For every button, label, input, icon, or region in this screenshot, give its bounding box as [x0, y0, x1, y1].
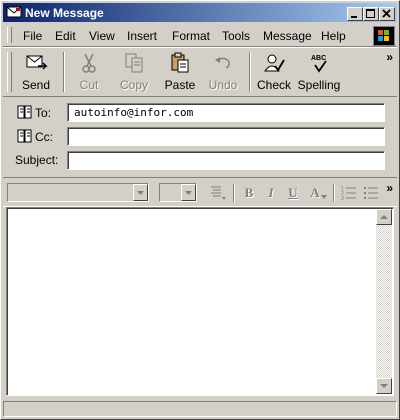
title-bar[interactable]: New Message — [3, 3, 397, 22]
cut-label: Cut — [79, 78, 99, 92]
toolbar-more-chevron-icon[interactable]: » — [386, 50, 393, 64]
toolbar-separator — [249, 52, 251, 92]
menu-view[interactable]: View — [89, 29, 115, 43]
numbered-list-icon[interactable]: 1 2 3 — [341, 184, 357, 202]
undo-button[interactable]: Undo — [203, 50, 243, 94]
italic-button[interactable]: I — [263, 185, 279, 201]
check-label: Check — [256, 78, 291, 92]
check-names-icon — [264, 54, 285, 72]
menubar-grip[interactable] — [7, 27, 12, 43]
maximize-icon — [366, 9, 375, 18]
formatting-toolbar: B I U A 1 2 3 » — [3, 177, 397, 207]
to-field[interactable]: autoinfo@infor.com — [67, 103, 385, 122]
menu-tools[interactable]: Tools — [222, 29, 250, 43]
send-button[interactable]: Send — [15, 50, 57, 94]
toolbar-separator — [63, 52, 65, 92]
envelope-icon — [6, 6, 22, 18]
to-label[interactable]: To: — [35, 106, 51, 120]
minimize-icon — [351, 16, 357, 18]
menu-file[interactable]: File — [23, 29, 42, 43]
svg-text:3: 3 — [341, 196, 344, 202]
spelling-button[interactable]: ABC Spelling — [295, 50, 343, 94]
menu-insert[interactable]: Insert — [127, 29, 157, 43]
svg-text:ABC: ABC — [311, 55, 326, 62]
menu-message[interactable]: Message — [263, 29, 312, 43]
check-names-button[interactable]: Check — [253, 50, 295, 94]
scroll-up-arrow-icon — [380, 215, 388, 219]
cc-field[interactable] — [67, 127, 385, 146]
vertical-scrollbar[interactable] — [376, 209, 392, 394]
undo-icon — [215, 57, 230, 69]
address-book-icon[interactable] — [17, 129, 33, 143]
copy-icon — [125, 53, 143, 73]
format-separator — [333, 184, 335, 202]
toolbar-grip[interactable] — [7, 52, 12, 92]
dropdown-arrow-icon[interactable] — [133, 184, 148, 201]
bulleted-list-icon[interactable] — [363, 184, 379, 202]
font-name-select[interactable] — [7, 183, 149, 202]
scroll-down-arrow-icon — [380, 384, 388, 388]
font-color-dropdown-icon[interactable] — [321, 194, 327, 200]
send-icon — [26, 55, 48, 70]
copy-label: Copy — [119, 78, 148, 92]
format-separator — [233, 184, 235, 202]
spelling-label: Spelling — [297, 78, 341, 92]
menu-bar: File Edit View Insert Format Tools Messa… — [3, 24, 397, 47]
menu-edit[interactable]: Edit — [55, 29, 76, 43]
scroll-down-button[interactable] — [376, 378, 392, 394]
scroll-up-button[interactable] — [376, 209, 392, 225]
status-bar — [3, 399, 397, 417]
minimize-button[interactable] — [347, 7, 363, 21]
font-size-select[interactable] — [159, 183, 197, 202]
standard-toolbar: Send Cut Copy Paste Undo Check ABC Spell… — [3, 47, 397, 97]
paragraph-style-icon[interactable] — [209, 184, 227, 202]
address-book-icon[interactable] — [17, 105, 33, 119]
scissors-icon — [82, 53, 96, 73]
cut-button[interactable]: Cut — [69, 50, 109, 94]
subject-field[interactable] — [67, 151, 385, 170]
menu-format[interactable]: Format — [172, 29, 210, 43]
window-title: New Message — [25, 6, 104, 20]
dropdown-arrow-icon[interactable] — [181, 184, 196, 201]
format-more-chevron-icon[interactable]: » — [386, 181, 393, 195]
underline-button[interactable]: U — [285, 185, 301, 201]
status-panel — [3, 401, 397, 417]
spelling-abc-icon: ABC — [311, 55, 327, 73]
cc-label[interactable]: Cc: — [35, 130, 53, 144]
new-message-window: New Message File Edit View Insert Format… — [0, 0, 400, 420]
undo-label: Undo — [208, 78, 238, 92]
paste-button[interactable]: Paste — [157, 50, 203, 94]
paste-label: Paste — [164, 78, 196, 92]
paste-clipboard-icon — [171, 52, 189, 73]
windows-logo-icon — [373, 26, 395, 46]
menu-help[interactable]: Help — [321, 29, 346, 43]
send-label: Send — [21, 78, 51, 92]
close-icon — [382, 9, 391, 18]
maximize-button[interactable] — [363, 7, 379, 21]
message-body[interactable] — [6, 207, 394, 396]
close-button[interactable] — [379, 7, 395, 21]
copy-button[interactable]: Copy — [111, 50, 157, 94]
bold-button[interactable]: B — [241, 185, 257, 201]
subject-label: Subject: — [15, 153, 59, 167]
